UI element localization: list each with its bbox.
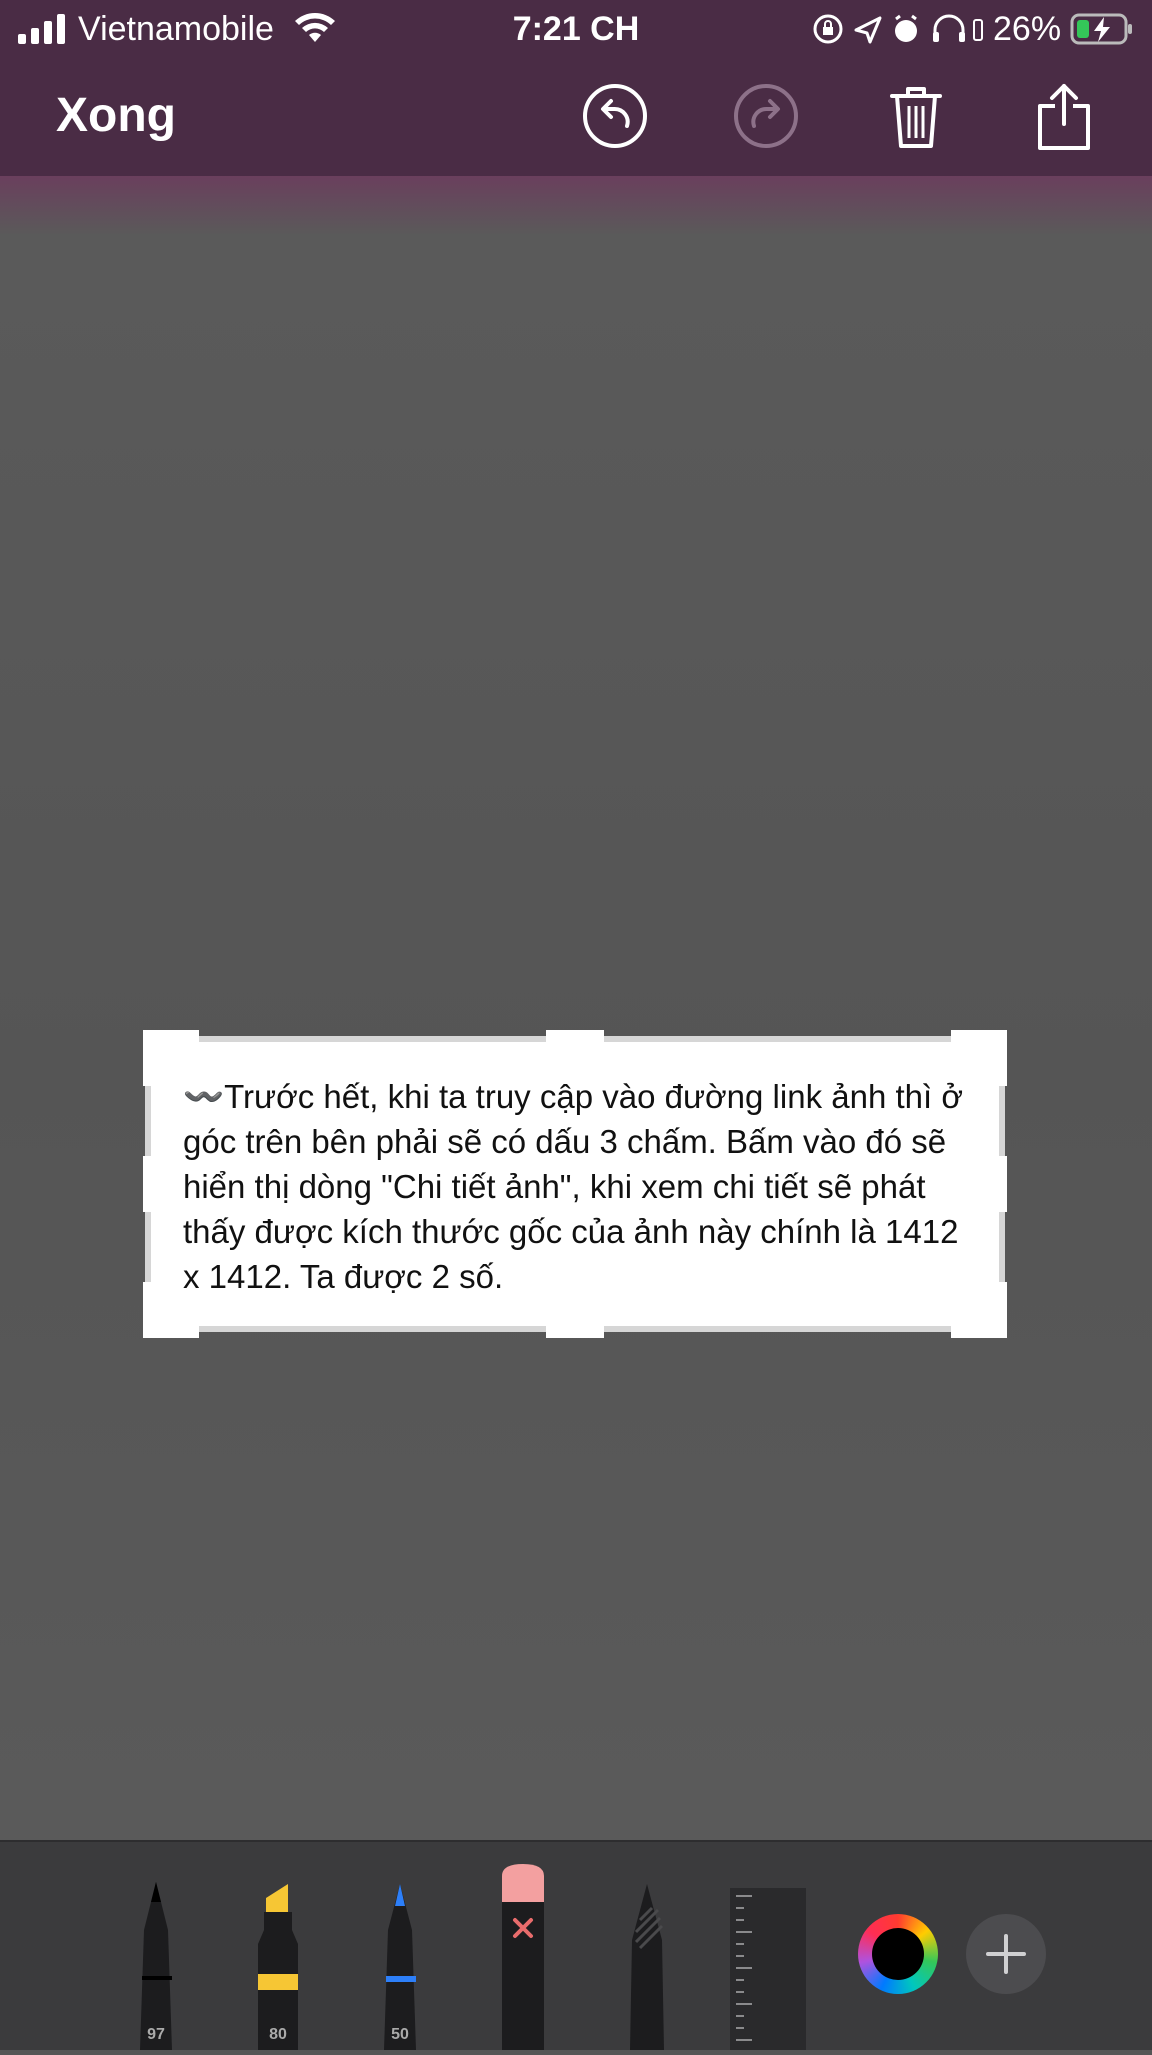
lasso-icon	[630, 1884, 664, 2050]
lasso-tool[interactable]	[622, 1880, 672, 2050]
undo-button[interactable]	[579, 80, 651, 152]
selected-color-swatch	[872, 1928, 924, 1980]
pencil-tool[interactable]: 50	[374, 1880, 426, 2050]
plus-icon	[986, 1934, 1026, 1974]
undo-icon	[583, 84, 647, 148]
crop-handle-top-center[interactable]	[546, 1030, 604, 1042]
editor-header: Xong	[0, 58, 1152, 176]
drawing-canvas[interactable]: 〰️Trước hết, khi ta truy cập vào đường l…	[0, 176, 1152, 1840]
ruler-icon	[730, 1888, 806, 2050]
status-icons-group	[813, 14, 983, 44]
color-picker-button[interactable]	[858, 1914, 938, 1994]
text-snippet-card[interactable]: 〰️Trước hết, khi ta truy cập vào đường l…	[145, 1036, 1005, 1332]
status-bar: Vietnamobile 7:21 CH 26%	[0, 0, 1152, 58]
eraser-tool[interactable]	[498, 1862, 548, 2050]
delete-button[interactable]	[880, 80, 952, 152]
add-button[interactable]	[966, 1914, 1046, 1994]
crop-handle-top-right-v[interactable]	[995, 1030, 1007, 1086]
crop-handle-bottom-right-v[interactable]	[995, 1282, 1007, 1338]
crop-handle-left-center[interactable]	[143, 1156, 155, 1212]
redo-icon	[734, 84, 798, 148]
headphones-icon	[933, 14, 965, 42]
headphone-battery-icon	[973, 19, 983, 41]
crop-handle-bottom-left-v[interactable]	[143, 1282, 155, 1338]
trash-icon	[890, 87, 942, 148]
location-icon	[854, 16, 882, 44]
top-bar: Vietnamobile 7:21 CH 26% Xong	[0, 0, 1152, 176]
share-icon	[1038, 84, 1090, 150]
battery-percent: 26%	[993, 10, 1062, 48]
share-button[interactable]	[1028, 80, 1100, 152]
tool-tray: 97 80 50	[0, 1840, 1152, 2050]
crop-handle-bottom-center[interactable]	[546, 1326, 604, 1338]
ruler-tool[interactable]	[730, 1888, 806, 2050]
orientation-lock-icon	[813, 14, 843, 44]
alarm-icon	[895, 14, 917, 42]
snippet-text: 〰️Trước hết, khi ta truy cập vào đường l…	[183, 1078, 963, 1295]
redo-button[interactable]	[730, 80, 802, 152]
marker-width-label: 80	[269, 2026, 287, 2043]
pen-width-label: 97	[147, 2026, 165, 2043]
marker-icon	[258, 1884, 298, 2050]
pencil-icon	[384, 1884, 416, 2050]
crop-handle-top-left-v[interactable]	[143, 1030, 155, 1086]
battery-charging-icon	[1070, 13, 1132, 45]
pencil-width-label: 50	[391, 2026, 409, 2043]
done-button[interactable]: Xong	[56, 88, 176, 143]
marker-tool[interactable]: 80	[252, 1880, 304, 2050]
eraser-icon	[502, 1864, 544, 2050]
pen-icon	[140, 1882, 172, 2050]
crop-handle-right-center[interactable]	[995, 1156, 1007, 1212]
pen-tool[interactable]: 97	[128, 1880, 184, 2050]
